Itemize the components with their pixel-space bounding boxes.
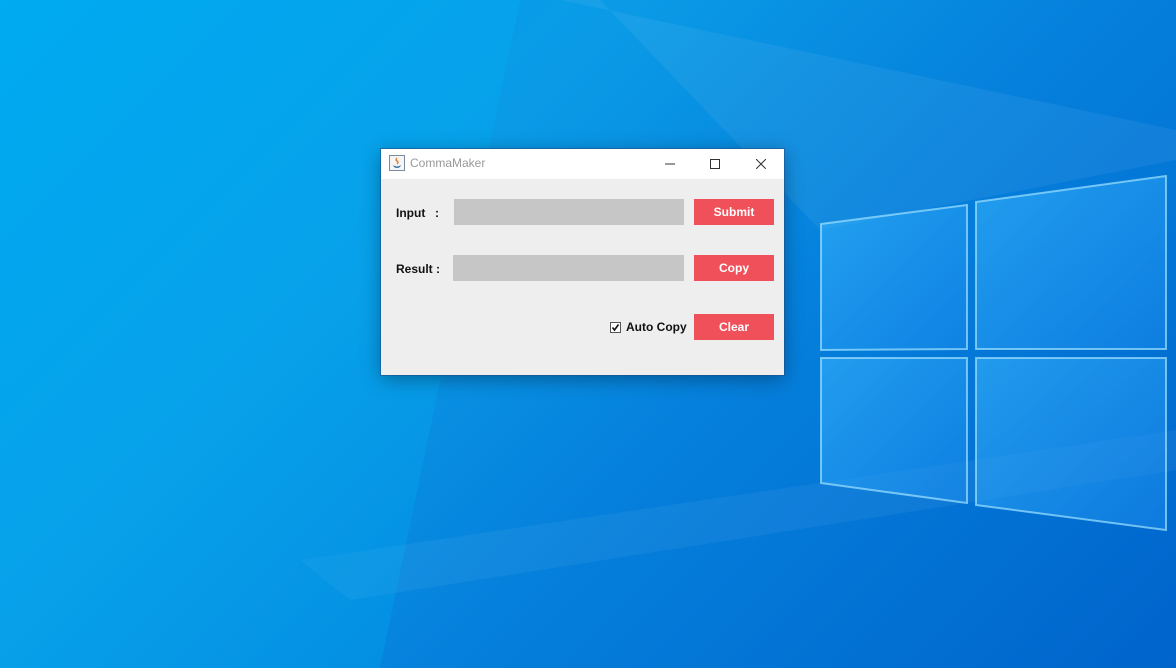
title-bar[interactable]: CommaMaker: [381, 149, 784, 179]
input-label-colon: :: [435, 206, 439, 220]
input-label: Input: [396, 206, 426, 220]
result-field[interactable]: [453, 255, 684, 281]
java-cup-icon: [389, 155, 405, 171]
copy-button[interactable]: Copy: [694, 255, 774, 281]
input-field[interactable]: [454, 199, 684, 225]
auto-copy-label: Auto Copy: [626, 320, 687, 334]
close-button[interactable]: [738, 149, 784, 179]
maximize-button[interactable]: [692, 149, 738, 179]
minimize-button[interactable]: [647, 149, 693, 179]
checkmark-icon: [611, 323, 620, 331]
auto-copy-checkbox[interactable]: Auto Copy: [610, 320, 687, 334]
desktop: CommaMaker Input : Submit Result: Copy …: [0, 0, 1176, 668]
minimize-icon: [665, 163, 675, 165]
window-title: CommaMaker: [410, 156, 486, 170]
form-panel: Input : Submit Result : Copy Auto Copy C…: [381, 179, 784, 375]
clear-button[interactable]: Clear: [694, 314, 774, 340]
maximize-icon: [710, 159, 720, 169]
result-label: Result :: [396, 262, 441, 276]
checkbox-box[interactable]: [610, 321, 621, 333]
commamaker-window: CommaMaker Input : Submit Result: Copy …: [381, 149, 784, 375]
submit-button[interactable]: Submit: [694, 199, 774, 225]
close-icon: [756, 159, 766, 169]
